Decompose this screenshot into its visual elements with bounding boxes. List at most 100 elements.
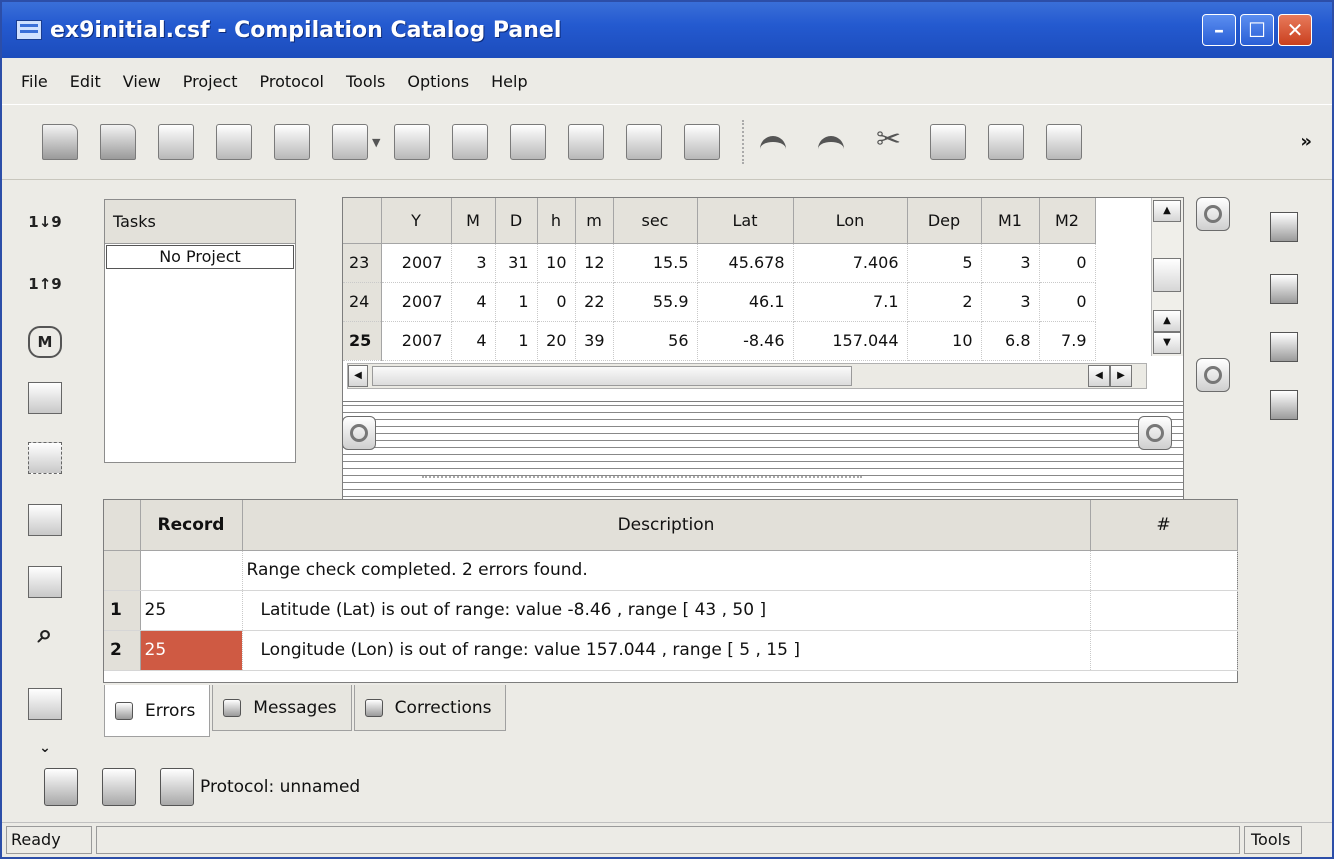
col-header-record[interactable]: Record xyxy=(140,500,243,551)
table-cell[interactable]: 3 xyxy=(981,282,1040,322)
new-window-icon[interactable] xyxy=(394,124,430,160)
menu-tools[interactable]: Tools xyxy=(335,72,396,91)
col-header-m1[interactable]: M1 xyxy=(981,198,1040,244)
record-cell[interactable] xyxy=(140,550,243,591)
table-cell[interactable]: 6.8 xyxy=(981,321,1040,361)
record-cell[interactable]: 25 xyxy=(140,590,243,631)
table-cell[interactable]: 0 xyxy=(537,282,576,322)
document-search-icon[interactable] xyxy=(1270,274,1298,304)
col-header-dep[interactable]: Dep xyxy=(907,198,982,244)
row-header[interactable] xyxy=(104,550,141,591)
close-button[interactable]: ✕ xyxy=(1278,14,1312,46)
reload-icon[interactable] xyxy=(568,124,604,160)
status-tools[interactable]: Tools xyxy=(1244,826,1302,854)
refresh-icon[interactable] xyxy=(452,124,488,160)
splitter-handle[interactable] xyxy=(422,476,862,478)
table-cell[interactable]: 5 xyxy=(907,243,982,283)
table-cell[interactable]: 0 xyxy=(1039,282,1096,322)
table-cell[interactable]: 7.1 xyxy=(793,282,908,322)
table-cell[interactable]: 3 xyxy=(451,243,496,283)
scroll-up-small-icon[interactable]: ▲ xyxy=(1153,310,1181,332)
nav-left-icon[interactable] xyxy=(342,416,376,450)
save-all-icon[interactable] xyxy=(274,124,310,160)
sort-descending-icon[interactable]: 1 ↑ 9 xyxy=(28,268,62,300)
scroll-up-icon[interactable]: ▲ xyxy=(1153,200,1181,222)
description-cell[interactable]: Latitude (Lat) is out of range: value -8… xyxy=(242,590,1091,631)
row-header[interactable]: 2 xyxy=(104,630,141,671)
table-cell[interactable]: 31 xyxy=(495,243,538,283)
scroll-down-icon[interactable]: ▼ xyxy=(1153,332,1181,354)
col-header-y[interactable]: Y xyxy=(381,198,452,244)
scroll-left-end-icon[interactable]: ◀ xyxy=(1088,365,1110,387)
table-cell[interactable]: 46.1 xyxy=(697,282,794,322)
col-header-lon[interactable]: Lon xyxy=(793,198,908,244)
protocol-save-as-icon[interactable] xyxy=(160,768,194,806)
record-cell-selected[interactable]: 25 xyxy=(140,630,243,671)
menu-project[interactable]: Project xyxy=(172,72,249,91)
save-icon[interactable] xyxy=(158,124,194,160)
tree-view-icon[interactable] xyxy=(28,504,62,536)
protocol-view-icon[interactable] xyxy=(44,768,78,806)
error-row[interactable]: 1 25 Latitude (Lat) is out of range: val… xyxy=(104,590,1238,631)
data-grid[interactable]: Y M D h m sec Lat Lon Dep M1 M2 23 2007 xyxy=(342,197,1184,402)
list-view-icon[interactable] xyxy=(28,566,62,598)
col-header-hour[interactable]: h xyxy=(537,198,576,244)
open-project-icon[interactable] xyxy=(100,124,136,160)
table-cell[interactable]: 20 xyxy=(537,321,576,361)
table-cell[interactable]: 2007 xyxy=(381,243,452,283)
hash-cell[interactable] xyxy=(1090,630,1238,671)
table-cell[interactable]: 56 xyxy=(613,321,698,361)
table-cell[interactable]: 157.044 xyxy=(793,321,908,361)
menu-options[interactable]: Options xyxy=(396,72,480,91)
table-cell[interactable]: 7.9 xyxy=(1039,321,1096,361)
title-bar[interactable]: ex9initial.csf - Compilation Catalog Pan… xyxy=(2,2,1332,58)
nav-bottom-icon[interactable] xyxy=(1196,358,1230,392)
table-cell[interactable]: -8.46 xyxy=(697,321,794,361)
nav-top-icon[interactable] xyxy=(1196,197,1230,231)
hash-cell[interactable] xyxy=(1090,590,1238,631)
horizontal-scroll-thumb[interactable] xyxy=(372,366,852,386)
row-header[interactable]: 23 xyxy=(343,243,382,283)
description-cell[interactable]: Longitude (Lon) is out of range: value 1… xyxy=(242,630,1091,671)
table-cell[interactable]: 45.678 xyxy=(697,243,794,283)
col-header-m2[interactable]: M2 xyxy=(1039,198,1096,244)
find-icon[interactable]: ⌕ xyxy=(28,618,62,650)
export-dropdown-icon[interactable]: ▼ xyxy=(372,124,382,160)
save-as-icon[interactable] xyxy=(216,124,252,160)
tab-corrections[interactable]: Corrections xyxy=(353,685,507,731)
grid-corner[interactable] xyxy=(343,198,382,244)
row-header[interactable]: 24 xyxy=(343,282,382,322)
table-cell[interactable]: 39 xyxy=(575,321,614,361)
col-header-month[interactable]: M xyxy=(451,198,496,244)
summary-row[interactable]: Range check completed. 2 errors found. xyxy=(104,550,1238,591)
menu-edit[interactable]: Edit xyxy=(59,72,112,91)
nav-right-icon[interactable] xyxy=(1138,416,1172,450)
document-info-icon[interactable] xyxy=(1270,212,1298,242)
toolbar-overflow-icon[interactable]: » xyxy=(1300,131,1312,152)
paste-icon[interactable] xyxy=(988,124,1024,160)
store-as-icon[interactable] xyxy=(684,124,720,160)
select-area-icon[interactable] xyxy=(28,442,62,474)
row-header[interactable]: 25 xyxy=(343,321,382,361)
col-header-lat[interactable]: Lat xyxy=(697,198,794,244)
table-row[interactable]: 24 2007 4 1 0 22 55.9 46.1 7.1 2 3 0 xyxy=(343,282,1096,322)
table-cell[interactable]: 55.9 xyxy=(613,282,698,322)
store-icon[interactable] xyxy=(626,124,662,160)
col-header-sec[interactable]: sec xyxy=(613,198,698,244)
table-cell[interactable]: 10 xyxy=(537,243,576,283)
sort-ascending-icon[interactable]: 1 ↓ 9 xyxy=(28,206,62,238)
table-row[interactable]: 23 2007 3 31 10 12 15.5 45.678 7.406 5 3… xyxy=(343,243,1096,283)
table-cell[interactable]: 2007 xyxy=(381,282,452,322)
form-view-icon[interactable] xyxy=(28,382,62,414)
col-header-hash[interactable]: # xyxy=(1090,500,1238,551)
copy-icon[interactable] xyxy=(930,124,966,160)
undo-icon[interactable] xyxy=(756,124,792,160)
table-cell[interactable]: 7.406 xyxy=(793,243,908,283)
redo-icon[interactable] xyxy=(814,124,850,160)
vertical-scrollbar[interactable]: ▲ ▲ ▼ xyxy=(1151,198,1183,356)
document-remove-icon[interactable] xyxy=(1270,390,1298,420)
table-cell[interactable]: 3 xyxy=(981,243,1040,283)
table-cell[interactable]: 15.5 xyxy=(613,243,698,283)
delete-icon[interactable] xyxy=(1046,124,1082,160)
catalog-icon[interactable] xyxy=(28,688,62,720)
